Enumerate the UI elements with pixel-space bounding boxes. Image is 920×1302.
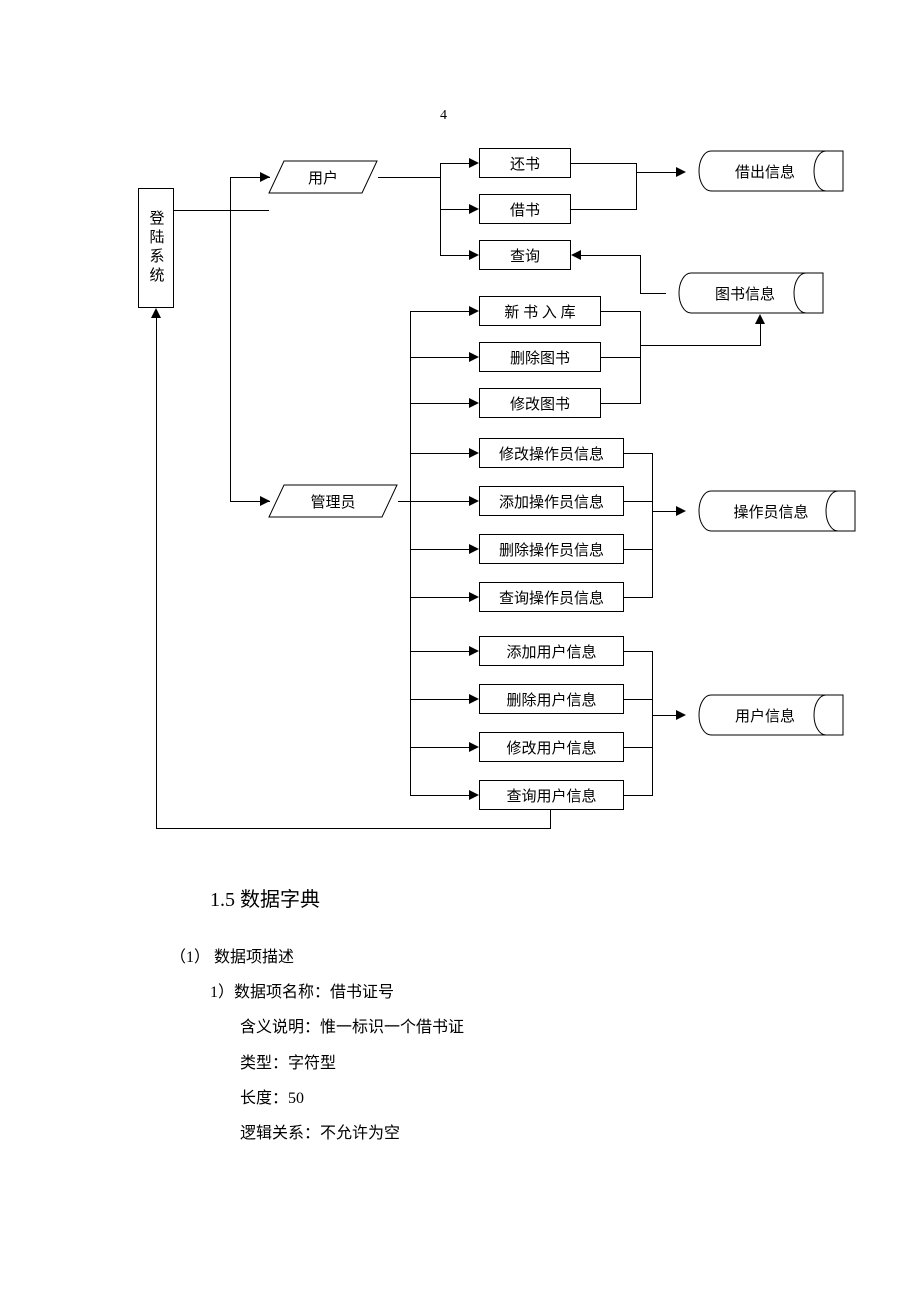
delete-op-box: 删除操作员信息 xyxy=(479,534,624,564)
subsection-1: （1） 数据项描述 xyxy=(170,940,840,975)
add-op-label: 添加操作员信息 xyxy=(499,491,604,512)
add-user-box: 添加用户信息 xyxy=(479,636,624,666)
add-user-label: 添加用户信息 xyxy=(506,641,596,662)
login-system-box: 登陆系统 xyxy=(138,188,174,308)
borrow-book-box: 借书 xyxy=(479,194,571,224)
new-book-box: 新 书 入 库 xyxy=(479,296,601,326)
modify-op-box: 修改操作员信息 xyxy=(479,438,624,468)
meaning: 含义说明：惟一标识一个借书证 xyxy=(240,1010,840,1045)
modify-book-box: 修改图书 xyxy=(479,388,601,418)
query-label: 查询 xyxy=(510,245,540,266)
borrow-book-label: 借书 xyxy=(510,199,540,220)
query-op-box: 查询操作员信息 xyxy=(479,582,624,612)
query-user-box: 查询用户信息 xyxy=(479,780,624,810)
user-info-label: 用户信息 xyxy=(686,694,844,736)
operator-info-store: 操作员信息 xyxy=(686,490,856,532)
delete-user-label: 删除用户信息 xyxy=(506,689,596,710)
type: 类型：字符型 xyxy=(240,1046,840,1081)
user-info-store: 用户信息 xyxy=(686,694,844,736)
new-book-label: 新 书 入 库 xyxy=(504,301,575,322)
delete-book-box: 删除图书 xyxy=(479,342,601,372)
admin-label: 管理员 xyxy=(268,484,398,518)
return-book-label: 还书 xyxy=(510,153,540,174)
login-system-label: 登陆系统 xyxy=(146,210,167,286)
lend-info-label: 借出信息 xyxy=(686,150,844,192)
section-title: 1.5 数据字典 xyxy=(210,878,840,922)
delete-book-label: 删除图书 xyxy=(510,347,570,368)
return-book-box: 还书 xyxy=(479,148,571,178)
delete-user-box: 删除用户信息 xyxy=(479,684,624,714)
flowchart-diagram: 登陆系统 用户 管理员 还书 借书 查询 新 书 入 库 删除图书 修改图书 修… xyxy=(0,0,920,840)
operator-info-label: 操作员信息 xyxy=(686,490,856,532)
user-label: 用户 xyxy=(268,160,378,194)
modify-user-label: 修改用户信息 xyxy=(506,737,596,758)
query-user-label: 查询用户信息 xyxy=(506,785,596,806)
modify-user-box: 修改用户信息 xyxy=(479,732,624,762)
admin-parallelogram: 管理员 xyxy=(268,484,398,518)
length: 长度：50 xyxy=(240,1081,840,1116)
logic: 逻辑关系：不允许为空 xyxy=(240,1116,840,1151)
user-parallelogram: 用户 xyxy=(268,160,378,194)
delete-op-label: 删除操作员信息 xyxy=(499,539,604,560)
query-box: 查询 xyxy=(479,240,571,270)
query-op-label: 查询操作员信息 xyxy=(499,587,604,608)
add-op-box: 添加操作员信息 xyxy=(479,486,624,516)
book-info-store: 图书信息 xyxy=(666,272,824,314)
text-section: 1.5 数据字典 （1） 数据项描述 1）数据项名称：借书证号 含义说明：惟一标… xyxy=(0,840,920,1191)
modify-book-label: 修改图书 xyxy=(510,393,570,414)
lend-info-store: 借出信息 xyxy=(686,150,844,192)
modify-op-label: 修改操作员信息 xyxy=(499,443,604,464)
item1-title: 1）数据项名称：借书证号 xyxy=(210,975,840,1010)
book-info-label: 图书信息 xyxy=(666,272,824,314)
